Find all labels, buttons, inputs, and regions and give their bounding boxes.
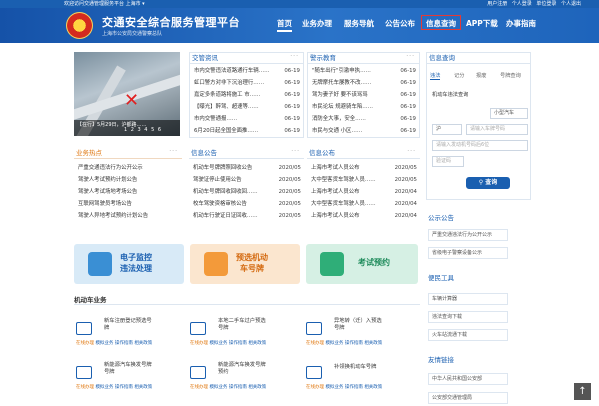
list-item[interactable]: 互联网驾驶员考场公告 xyxy=(78,199,179,209)
plate-input[interactable]: 请输入车牌号码 xyxy=(466,124,528,135)
list-item[interactable]: 虹口警方对非下沉治理行…… 06-19 xyxy=(194,78,300,88)
transfer-icon xyxy=(190,322,206,335)
public-title: 公示公告 xyxy=(428,214,454,222)
migration-icon xyxy=(306,322,322,335)
traffic-news-title: 交管资讯 xyxy=(190,53,303,64)
list-item[interactable]: 严重交通违法行为公开公示 xyxy=(78,163,179,173)
service-plate[interactable]: 预选机动 车号牌 xyxy=(190,244,300,284)
info-more[interactable]: ··· xyxy=(291,148,300,155)
list-item[interactable]: 违法查询下载 xyxy=(428,311,508,323)
list-item[interactable]: 市民论坛 规避骑车陷…… 06-19 xyxy=(312,102,416,112)
traffic-news-more[interactable]: ··· xyxy=(290,53,299,60)
service-exam[interactable]: 考试预约 xyxy=(306,244,418,284)
hot-title: 业务热点 xyxy=(74,148,182,159)
monitor-icon xyxy=(88,252,112,276)
hot-more[interactable]: ··· xyxy=(169,148,178,155)
nav-guide[interactable]: 服务导航 xyxy=(344,18,374,29)
list-item[interactable]: 驾驶人异地考试预约计划公告 xyxy=(78,211,179,221)
list-item[interactable]: "随车出行"引激申执…… 06-19 xyxy=(312,66,416,76)
plate-replace-icon xyxy=(306,366,322,379)
car-icon xyxy=(76,322,92,335)
tab-plate[interactable]: 号牌查询 xyxy=(500,72,521,79)
list-item[interactable]: 嘉定多条道路将施工 市…… 06-19 xyxy=(194,90,300,100)
list-item[interactable]: 机动车号牌回收回收回…… 2020/05 xyxy=(193,187,301,197)
notice-panel: 信息公布 ··· 上海市考试人员公布 2020/05 大中型客货车驾驶人员…… 20… xyxy=(307,148,420,232)
list-item[interactable]: 机动车行驶证日证回收…… 2020/05 xyxy=(193,211,301,221)
plate-icon xyxy=(204,252,228,276)
list-item[interactable]: 无牌摩托车屡教不改…… 06-19 xyxy=(312,78,416,88)
back-to-top-icon[interactable]: ↑ xyxy=(574,383,591,400)
top-bar: 欢迎访问交通管理服务平台 上海市 ▾ 用户注册 个人登录 单位登录 个人退出 xyxy=(0,0,599,8)
warning-title: 警示教育 xyxy=(308,53,419,64)
list-item[interactable]: 大中型客货车驾驶人员…… 2020/05 xyxy=(311,175,417,185)
notice-title: 信息公布 xyxy=(307,148,420,159)
welcome-text: 欢迎访问交通管理服务平台 上海市 ▾ xyxy=(64,1,145,7)
carousel-pager[interactable]: 1 2 3 4 5 6 xyxy=(124,127,162,133)
nav-home[interactable]: 首页 xyxy=(277,18,292,32)
site-subtitle: 上海市公安局交通警察总队 xyxy=(102,31,163,37)
query-title: 信息查询 xyxy=(427,53,530,64)
list-item[interactable]: 严重交通违法行为公开公示 xyxy=(428,229,508,241)
plate-type-select[interactable]: 小型汽车 xyxy=(490,108,528,119)
ev-car-icon xyxy=(76,366,92,379)
list-item[interactable]: 上海市考试人员公布 2020/04 xyxy=(311,187,417,197)
tab-score[interactable]: 记分 xyxy=(454,72,464,79)
list-item[interactable]: 公安部交通管理局 xyxy=(428,392,508,404)
hot-panel: 业务热点 ··· 严重交通违法行为公开公示 驾驶人考试预约计划公告 驾驶人考试场… xyxy=(74,148,182,232)
cross-icon: ✕ xyxy=(124,90,140,111)
traffic-news-panel: 交管资讯 ··· 市内交警违法道路通行车辆…… 06-19 虹口警方对非下沉治理行… xyxy=(189,52,304,138)
nav-help[interactable]: 办事指南 xyxy=(506,18,536,29)
links-title: 友情链接 xyxy=(428,356,454,364)
query-button[interactable]: ⚲ 查询 xyxy=(466,177,510,189)
list-item[interactable]: 上海市考试人员公布 2020/05 xyxy=(311,163,417,173)
list-item[interactable]: 车辆计算器 xyxy=(428,293,508,305)
list-item[interactable]: 市民与交通 小区…… 06-19 xyxy=(312,126,416,136)
warning-more[interactable]: ··· xyxy=(406,53,415,60)
calendar-icon xyxy=(320,252,344,276)
list-item[interactable]: 6月20日起全国全面推…… 06-19 xyxy=(194,126,300,136)
account-links[interactable]: 用户注册 个人登录 单位登录 个人退出 xyxy=(487,0,581,8)
ev-appoint-icon xyxy=(190,366,206,379)
service-violation[interactable]: 电子监控 违法处理 xyxy=(74,244,184,284)
list-item[interactable]: 大中型客货车驾驶人员…… 2020/04 xyxy=(311,199,417,209)
query-label: 机动车违法查询 xyxy=(432,92,469,98)
province-select[interactable]: 沪 xyxy=(432,124,462,135)
notice-more[interactable]: ··· xyxy=(407,148,416,155)
site-title: 交通安全综合服务管理平台 xyxy=(102,16,240,29)
vin-input[interactable]: 请输入发动机号码后6位 xyxy=(432,140,528,151)
list-item[interactable]: 校车驾驶资格审核公告 2020/05 xyxy=(193,199,301,209)
tab-scrap[interactable]: 报废 xyxy=(476,72,486,79)
info-panel: 信息公告 ··· 机动车号牌牌照回收公告 2020/05 驾驶证停止使用公告 202… xyxy=(189,148,304,232)
police-emblem-icon xyxy=(66,12,93,39)
list-item[interactable]: 中华人民共和国公安部 xyxy=(428,373,508,385)
warning-panel: 警示教育 ··· "随车出行"引激申执…… 06-19 无牌摩托车屡教不改…… 06… xyxy=(307,52,420,138)
list-item[interactable]: 驾驶人考试预约计划公告 xyxy=(78,175,179,185)
captcha-input[interactable]: 验证码 xyxy=(432,156,464,167)
list-item[interactable]: 省级电子警察设备公示 xyxy=(428,247,508,259)
info-title: 信息公告 xyxy=(189,148,304,159)
list-item[interactable]: 上海市考试人员公布 2020/04 xyxy=(311,211,417,221)
list-item[interactable]: 火车站流通下载 xyxy=(428,329,508,341)
list-item[interactable]: 【曝光】醉驾、超速等…… 06-19 xyxy=(194,102,300,112)
tools-title: 便民工具 xyxy=(428,274,454,282)
list-item[interactable]: 市内交警通报…… 06-19 xyxy=(194,114,300,124)
list-item[interactable]: 机动车号牌牌照回收公告 2020/05 xyxy=(193,163,301,173)
list-item[interactable]: 市内交警违法道路通行车辆…… 06-19 xyxy=(194,66,300,76)
list-item[interactable]: 消防全大事，安全…… 06-19 xyxy=(312,114,416,124)
list-item[interactable]: 驾驶人考试场地考场公告 xyxy=(78,187,179,197)
tab-violation[interactable]: 违法 xyxy=(430,72,441,80)
list-item[interactable]: 驾驶证停止使用公告 2020/05 xyxy=(193,175,301,185)
business-title: 机动车业务 xyxy=(74,294,420,305)
list-item[interactable]: 驾为妻子好 要不该骂骂 06-19 xyxy=(312,90,416,100)
nav-app[interactable]: APP下载 xyxy=(466,18,498,29)
nav-business[interactable]: 业务办理 xyxy=(302,18,332,29)
nav-query-highlight xyxy=(421,15,461,30)
nav-announce[interactable]: 公告公布 xyxy=(385,18,415,29)
